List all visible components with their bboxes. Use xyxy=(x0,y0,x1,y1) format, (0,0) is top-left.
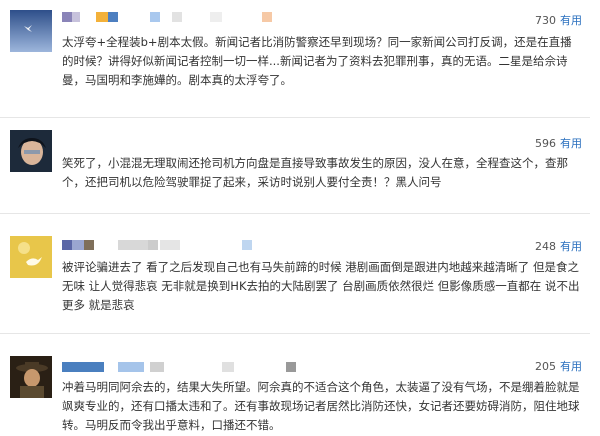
username-blurred[interactable] xyxy=(62,12,322,22)
comment-text: 太浮夸+全程装b+剧本太假。新闻记者比消防警察还早到现场？同一家新闻公司打反调，… xyxy=(62,35,572,87)
comment-item: 596 有用 笑死了，小混混无理取闹还抢司机方向盘是直接导致事故发生的原因，没人在… xyxy=(0,118,600,218)
useful-button[interactable]: 有用 xyxy=(560,137,582,150)
likes-counter: 205 有用 xyxy=(535,358,582,374)
comment-item: 205 有用 冲着马明同阿佘去的，结果大失所望。阿佘真的不适合这个角色，太装逼了没… xyxy=(0,334,600,436)
likes-counter: 730 有用 xyxy=(535,12,582,28)
comment-text: 被评论骗进去了 看了之后发现自己也有马失前蹄的时候 港剧画面倒是跟进内地越来越清… xyxy=(62,260,580,312)
sparrow-avatar-icon[interactable] xyxy=(10,236,52,278)
likes-counter: 596 有用 xyxy=(535,135,582,151)
likes-count: 248 xyxy=(535,240,556,253)
likes-count: 596 xyxy=(535,137,556,150)
comment-item: 730 有用 太浮夸+全程装b+剧本太假。新闻记者比消防警察还早到现场？同一家新闻… xyxy=(0,0,600,110)
cowboy-avatar-icon[interactable] xyxy=(10,356,52,398)
useful-button[interactable]: 有用 xyxy=(560,240,582,253)
comment-text: 冲着马明同阿佘去的，结果大失所望。阿佘真的不适合这个角色，太装逼了没有气场，不是… xyxy=(62,380,580,432)
username-blurred[interactable] xyxy=(62,240,322,250)
comment-text: 笑死了，小混混无理取闹还抢司机方向盘是直接导致事故发生的原因，没人在意，全程查这… xyxy=(62,156,568,189)
portrait-avatar-icon[interactable] xyxy=(10,130,52,172)
bird-avatar-icon[interactable] xyxy=(10,10,52,52)
username-blurred[interactable] xyxy=(62,362,322,372)
likes-counter: 248 有用 xyxy=(535,238,582,254)
useful-button[interactable]: 有用 xyxy=(560,360,582,373)
likes-count: 730 xyxy=(535,14,556,27)
comment-item: 248 有用 被评论骗进去了 看了之后发现自己也有马失前蹄的时候 港剧画面倒是跟进… xyxy=(0,214,600,334)
useful-button[interactable]: 有用 xyxy=(560,14,582,27)
comment-list: 730 有用 太浮夸+全程装b+剧本太假。新闻记者比消防警察还早到现场？同一家新闻… xyxy=(0,0,600,436)
likes-count: 205 xyxy=(535,360,556,373)
